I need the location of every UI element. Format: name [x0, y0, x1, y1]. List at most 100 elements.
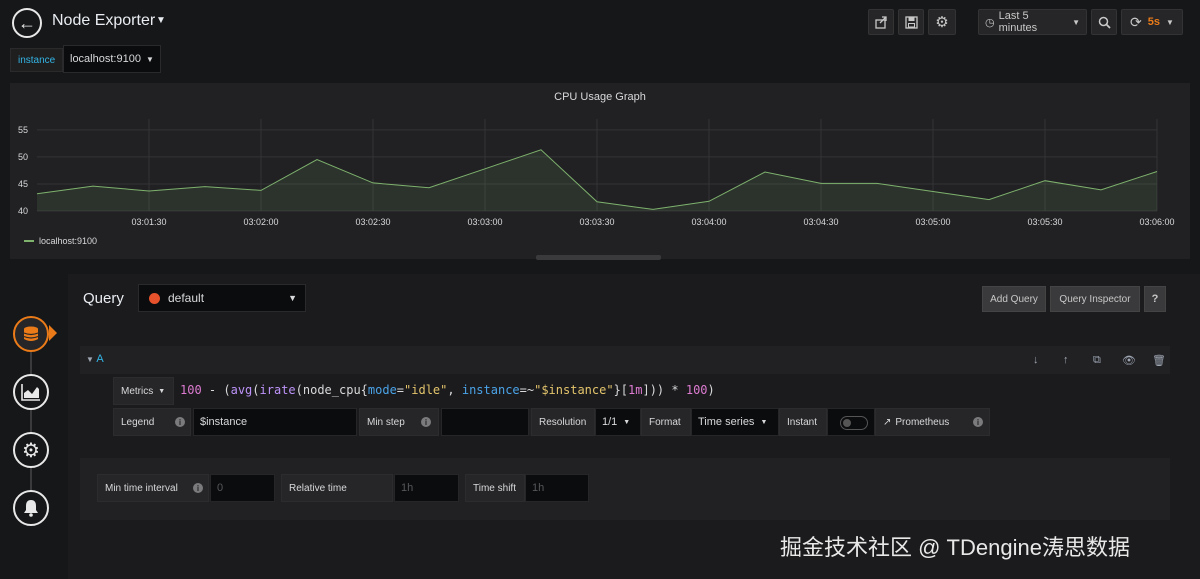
database-icon: [23, 326, 39, 341]
chart-legend[interactable]: localhost:9100: [24, 236, 97, 246]
info-icon[interactable]: i: [973, 417, 983, 427]
expr-token: 100: [685, 383, 708, 397]
info-icon[interactable]: i: [175, 417, 185, 427]
query-inspector-button[interactable]: Query Inspector: [1050, 286, 1140, 312]
min-time-interval-input[interactable]: 0: [210, 474, 275, 502]
sidebar-item-alert[interactable]: [13, 490, 49, 526]
help-button[interactable]: ?: [1144, 286, 1166, 312]
legend-label-text: Legend: [121, 416, 155, 428]
x-tick-label: 03:01:30: [131, 217, 166, 227]
time-shift-input[interactable]: 1h: [525, 474, 589, 502]
instance-variable-select[interactable]: localhost:9100 ▼: [63, 45, 161, 73]
relative-time-label: Relative time: [281, 474, 393, 502]
min-step-input[interactable]: [441, 408, 529, 436]
bell-icon: [24, 500, 38, 517]
info-icon[interactable]: i: [193, 483, 203, 493]
datasource-select[interactable]: default ▼: [138, 284, 306, 312]
y-tick-label: 40: [18, 206, 28, 216]
resolution-value: 1/1: [602, 416, 618, 428]
metrics-button[interactable]: Metrics ▼: [113, 377, 174, 405]
clock-icon: ◷: [985, 16, 995, 29]
y-tick-label: 45: [18, 179, 28, 189]
query-section-title: Query: [83, 290, 124, 307]
instant-label: Instant: [779, 408, 827, 436]
time-range-picker[interactable]: ◷ Last 5 minutes ▼: [978, 9, 1087, 35]
share-button[interactable]: [868, 9, 894, 35]
sidebar-item-general[interactable]: ⚙: [13, 432, 49, 468]
metrics-label: Metrics: [121, 385, 154, 397]
refresh-picker[interactable]: ⟳ 5s ▼: [1121, 9, 1183, 35]
zoom-out-button[interactable]: [1091, 9, 1117, 35]
x-tick-label: 03:03:30: [579, 217, 614, 227]
legend-format-input[interactable]: $instance: [193, 408, 357, 436]
expr-token: 1m: [628, 383, 643, 397]
expr-token: ): [707, 383, 715, 397]
resolution-select[interactable]: 1/1 ▼: [595, 408, 641, 436]
min-time-interval-text: Min time interval: [105, 482, 178, 494]
caret-down-icon: ▼: [760, 418, 768, 426]
add-query-button[interactable]: Add Query: [982, 286, 1046, 312]
trash-icon[interactable]: 🗑: [1152, 354, 1166, 367]
dashboard-title[interactable]: Node Exporter: [52, 12, 155, 30]
relative-time-input[interactable]: 1h: [394, 474, 459, 502]
caret-down-icon: ▼: [145, 54, 154, 64]
expr-token: }[: [613, 383, 629, 397]
sidebar-item-queries[interactable]: [13, 316, 49, 352]
format-select[interactable]: Time series ▼: [691, 408, 779, 436]
min-step-label-text: Min step: [367, 416, 405, 428]
caret-down-icon[interactable]: ▼: [156, 15, 166, 26]
variable-value: localhost:9100: [70, 53, 141, 65]
prometheus-icon: [149, 292, 160, 304]
x-tick-label: 03:05:00: [915, 217, 950, 227]
prometheus-link-text: Prometheus: [895, 416, 950, 428]
instant-switch[interactable]: [840, 416, 868, 430]
expr-token: mode: [367, 383, 397, 397]
external-link-icon: ↗: [883, 416, 892, 428]
watermark: 掘金技术社区 @ TDengine涛思数据: [780, 535, 1130, 560]
expr-token: =~: [519, 383, 535, 397]
move-up-icon[interactable]: ↑: [1063, 354, 1069, 366]
caret-down-icon: ▼: [86, 355, 94, 364]
query-ref-id: A: [96, 353, 104, 365]
x-tick-label: 03:02:30: [355, 217, 390, 227]
y-tick-label: 55: [18, 125, 28, 135]
query-row-toggle[interactable]: ▼ A: [86, 353, 104, 365]
settings-button[interactable]: ⚙: [928, 9, 956, 35]
search-icon: [1098, 16, 1111, 29]
expr-token: avg: [230, 383, 253, 397]
legend-swatch: [24, 240, 34, 242]
x-tick-label: 03:05:30: [1027, 217, 1062, 227]
expr-token: (: [252, 383, 260, 397]
caret-down-icon: ▼: [288, 293, 297, 303]
graph-panel[interactable]: CPU Usage Graph 40 45 50 55 03:01:30 03:02:00…: [10, 83, 1190, 259]
expr-token: - (: [201, 383, 231, 397]
y-tick-label: 50: [18, 152, 28, 162]
expr-token: 100: [180, 383, 202, 397]
metrics-query-input[interactable]: 100 - (avg(irate(node_cpu{mode="idle", i…: [180, 383, 715, 397]
arrow-left-icon: ←: [18, 12, 36, 33]
query-row-header[interactable]: [80, 346, 1170, 374]
move-down-icon[interactable]: ↓: [1033, 354, 1039, 366]
refresh-icon: ⟳: [1130, 13, 1142, 30]
back-button[interactable]: ←: [12, 8, 42, 38]
save-icon: [904, 15, 918, 29]
expr-token: irate: [259, 383, 296, 397]
expr-token: =: [396, 383, 405, 397]
active-pointer: [49, 325, 57, 341]
duplicate-icon[interactable]: ⧉: [1093, 354, 1101, 367]
gear-icon: ⚙: [22, 439, 40, 462]
resolution-label: Resolution: [531, 408, 595, 436]
x-tick-label: 03:04:30: [803, 217, 838, 227]
expr-token: ])) *: [642, 383, 686, 397]
panel-resize-handle[interactable]: [536, 255, 661, 260]
time-range-label: Last 5 minutes: [998, 10, 1038, 34]
x-tick-label: 03:06:00: [1139, 217, 1174, 227]
sidebar-item-visualization[interactable]: [13, 374, 49, 410]
share-icon: [874, 15, 887, 29]
caret-down-icon: ▼: [1166, 17, 1174, 27]
save-button[interactable]: [898, 9, 924, 35]
info-icon[interactable]: i: [421, 417, 431, 427]
caret-down-icon: ▼: [158, 387, 166, 395]
format-value: Time series: [698, 416, 755, 428]
eye-icon[interactable]: 👁: [1122, 354, 1136, 367]
